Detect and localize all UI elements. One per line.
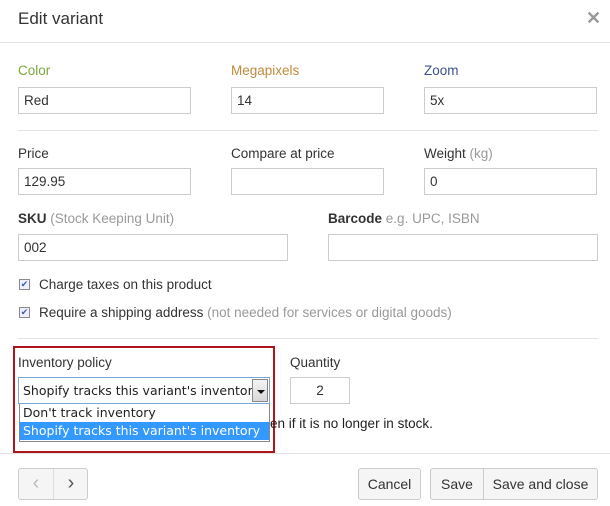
highlight-box (13, 346, 275, 453)
dialog-title: Edit variant (18, 9, 104, 28)
charge-taxes-label: Charge taxes on this product (39, 277, 212, 292)
inventory-note: en if it is no longer in stock. (270, 416, 433, 431)
compare-price-label: Compare at price (231, 146, 335, 161)
footer-divider (0, 453, 610, 454)
quantity-input[interactable] (290, 377, 350, 404)
compare-price-input[interactable] (231, 168, 384, 195)
header-divider (0, 42, 610, 43)
save-button[interactable]: Save (430, 468, 484, 500)
cancel-button[interactable]: Cancel (358, 468, 421, 500)
option-label-color: Color (18, 63, 51, 78)
option-input-color[interactable] (18, 87, 191, 114)
sku-input[interactable] (18, 234, 288, 261)
close-icon[interactable]: ✕ (586, 8, 601, 29)
charge-taxes-checkbox[interactable]: ✔ (19, 279, 30, 290)
chevron-left-icon[interactable]: ‹ (19, 469, 54, 499)
option-label-megapixels: Megapixels (231, 63, 300, 78)
price-input[interactable] (18, 168, 191, 195)
option-input-megapixels[interactable] (231, 87, 384, 114)
weight-label: Weight (kg) (424, 146, 493, 161)
option-label-zoom: Zoom (424, 63, 459, 78)
quantity-label: Quantity (290, 355, 341, 370)
save-and-close-button[interactable]: Save and close (483, 468, 598, 500)
price-label: Price (18, 146, 49, 161)
require-shipping-label: Require a shipping address (not needed f… (39, 305, 452, 320)
barcode-label: Barcode e.g. UPC, ISBN (328, 211, 480, 226)
option-input-zoom[interactable] (424, 87, 597, 114)
barcode-input[interactable] (328, 234, 598, 261)
chevron-right-icon[interactable]: › (54, 469, 88, 499)
weight-input[interactable] (424, 168, 597, 195)
require-shipping-checkbox[interactable]: ✔ (19, 307, 30, 318)
section-divider (18, 130, 598, 131)
section-divider (18, 338, 598, 339)
variant-nav: ‹ › (18, 468, 88, 500)
sku-label: SKU (Stock Keeping Unit) (18, 211, 175, 226)
